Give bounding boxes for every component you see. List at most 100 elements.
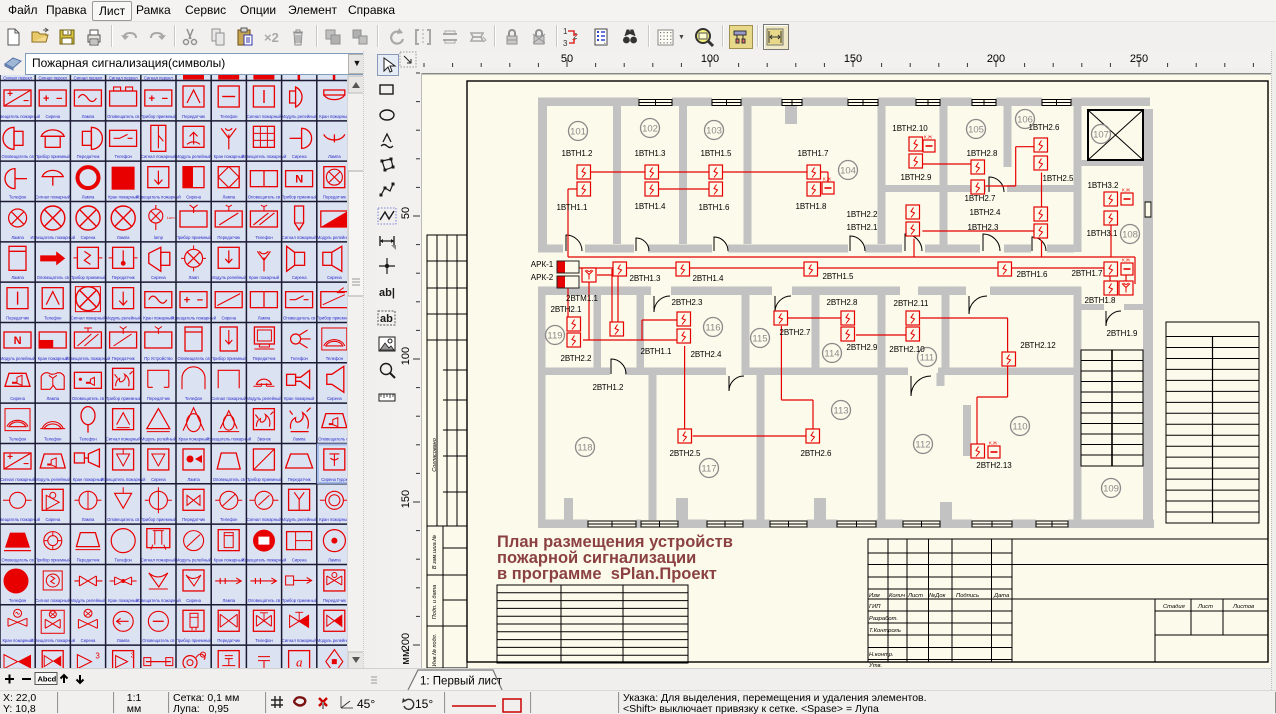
svg-text:Подпись: Подпись <box>956 593 979 599</box>
svg-text:Лампа: Лампа <box>117 638 130 643</box>
svg-text:Передатчик: Передатчик <box>77 557 100 562</box>
svg-text:Прибор приемный: Прибор приемный <box>317 315 347 320</box>
svg-text:Лампа: Лампа <box>117 235 130 240</box>
svg-text:Сирена: Сирена <box>292 557 307 562</box>
svg-text:117: 117 <box>701 464 716 475</box>
svg-text:111: 111 <box>920 353 934 364</box>
svg-text:101: 101 <box>570 127 586 138</box>
svg-text:108: 108 <box>1122 230 1138 241</box>
svg-text:Согласовано: Согласовано <box>432 438 438 472</box>
svg-text:Передатчик: Передатчик <box>217 235 240 240</box>
svg-text:2ВТН2.5: 2ВТН2.5 <box>669 449 701 458</box>
svg-text:Лампа: Лампа <box>258 315 271 320</box>
svg-text:Извещатель пожарный: Извещатель пожарный <box>136 598 181 603</box>
svg-text:Телефон: Телефон <box>326 356 344 361</box>
svg-text:113: 113 <box>833 406 848 417</box>
svg-text:2ВТН1.4: 2ВТН1.4 <box>692 274 724 283</box>
svg-text:Листов: Листов <box>1232 604 1254 610</box>
svg-text:1ВТН1.1: 1ВТН1.1 <box>556 203 588 212</box>
svg-text:Кран пожарный: Кран пожарный <box>2 638 33 643</box>
svg-text:Лампа: Лампа <box>328 557 341 562</box>
svg-text:Кран пожарный: Кран пожарный <box>73 477 104 482</box>
svg-text:N: N <box>14 335 22 347</box>
svg-text:1ВТН1.2: 1ВТН1.2 <box>561 149 593 158</box>
svg-text:Сирена: Сирена <box>221 315 236 320</box>
svg-text:Лампа: Лампа <box>328 154 341 159</box>
svg-text:103: 103 <box>706 126 722 137</box>
svg-text:Лампа: Лампа <box>187 477 200 482</box>
svg-text:Извещатель пожарный: Извещатель пожарный <box>136 194 181 199</box>
svg-text:Передатчик: Передатчик <box>288 477 311 482</box>
svg-text:−: − <box>23 459 29 470</box>
svg-text:Телефон: Телефон <box>220 114 238 119</box>
svg-text:a: a <box>296 655 303 668</box>
svg-text:Сирена Гудок: Сирена Гудок <box>321 477 347 482</box>
svg-text:Звонок: Звонок <box>257 436 271 441</box>
svg-text:1ВТН2.4: 1ВТН2.4 <box>969 208 1001 217</box>
svg-text:Прибор приемный: Прибор приемный <box>141 517 177 522</box>
svg-text:1ВТН2.3: 1ВТН2.3 <box>967 223 999 232</box>
svg-text:1ВТН3.1: 1ВТН3.1 <box>1086 229 1118 238</box>
svg-text:Сирена: Сирена <box>81 235 96 240</box>
svg-text:100: 100 <box>701 53 719 65</box>
svg-text:Сигнал пожарный: Сигнал пожарный <box>0 477 35 482</box>
svg-text:Оповещатель св: Оповещатель св <box>1 154 34 159</box>
svg-text:Сигнал пожарный: Сигнал пожарный <box>141 154 176 159</box>
svg-text:Модуль релейный: Модуль релейный <box>35 477 71 482</box>
svg-text:Извещатель пожарный: Извещатель пожарный <box>66 356 111 361</box>
svg-text:Кран пожарный: Кран пожарный <box>214 557 245 562</box>
svg-text:119: 119 <box>547 331 562 342</box>
svg-text:К.Ж: К.Ж <box>989 441 998 446</box>
svg-text:Кран пожарный: Кран пожарный <box>143 315 174 320</box>
svg-text:Кран пожарный: Кран пожарный <box>108 598 139 603</box>
svg-text:Телефон: Телефон <box>44 315 62 320</box>
svg-text:ab|: ab| <box>379 287 395 299</box>
svg-text:−: − <box>197 295 203 307</box>
svg-text:116: 116 <box>705 323 720 334</box>
svg-text:Подп. и дата: Подп. и дата <box>432 585 438 619</box>
svg-text:К.Ж: К.Ж <box>823 177 832 182</box>
svg-text:Оповещатель св: Оповещатель св <box>248 598 281 603</box>
svg-text:Кран пожарный: Кран пожарный <box>178 436 209 441</box>
svg-text:Оповещатель св: Оповещатель св <box>107 114 140 119</box>
svg-text:Лист: Лист <box>1197 604 1213 610</box>
svg-text:2ВТН1.9: 2ВТН1.9 <box>1106 329 1138 338</box>
svg-text:100: 100 <box>400 347 412 365</box>
svg-text:Телефон: Телефон <box>291 356 309 361</box>
svg-text:110: 110 <box>1012 422 1027 433</box>
svg-text:Lum: Lum <box>167 215 175 220</box>
svg-text:104: 104 <box>840 166 856 177</box>
svg-text:−: − <box>56 93 62 105</box>
svg-text:Сигнал пожарный: Сигнал пожарный <box>71 315 106 320</box>
svg-text:Кран пожарный: Кран пожарный <box>249 275 280 280</box>
svg-text:2ВТН1.2: 2ВТН1.2 <box>592 383 624 392</box>
svg-text:3: 3 <box>95 652 100 661</box>
svg-text:150: 150 <box>844 53 862 65</box>
svg-text:Извещатель пожарный: Извещатель пожарный <box>206 436 251 441</box>
svg-text:3: 3 <box>131 653 135 660</box>
svg-text:Оповещатель св: Оповещатель св <box>1 557 34 562</box>
svg-text:1ВТН1.8: 1ВТН1.8 <box>795 202 827 211</box>
svg-text:−: − <box>23 96 29 107</box>
svg-text:Модуль релейный: Модуль релейный <box>282 517 318 522</box>
svg-text:1ВТН2.10: 1ВТН2.10 <box>892 124 928 133</box>
svg-text:Ламп: Ламп <box>188 275 198 280</box>
svg-text:2ВТН2.7: 2ВТН2.7 <box>779 328 811 337</box>
svg-text:Модуль релейный: Модуль релейный <box>141 436 177 441</box>
svg-text:Изм: Изм <box>869 593 880 599</box>
svg-text:Модуль релейный: Модуль релейный <box>0 356 36 361</box>
svg-text:×2: ×2 <box>264 30 279 45</box>
svg-text:250: 250 <box>1130 53 1148 65</box>
svg-text:107: 107 <box>1093 130 1109 141</box>
svg-text:Сирена: Сирена <box>292 154 307 159</box>
svg-text:45°: 45° <box>357 697 375 711</box>
svg-text:Оповещатель св: Оповещатель св <box>72 396 105 401</box>
svg-text:2ВТН1.3: 2ВТН1.3 <box>629 274 661 283</box>
svg-text:Извещатель пожарный: Извещатель пожарный <box>242 557 287 562</box>
svg-text:Сигнал пожарный: Сигнал пожарный <box>282 638 317 643</box>
svg-text:ab: ab <box>380 313 393 325</box>
svg-text:1ВТН1.7: 1ВТН1.7 <box>797 149 829 158</box>
svg-text:3: 3 <box>563 39 568 48</box>
svg-text:Кран пожарный: Кран пожарный <box>319 114 347 119</box>
svg-text:Сигнал пожарный: Сигнал пожарный <box>211 396 246 401</box>
